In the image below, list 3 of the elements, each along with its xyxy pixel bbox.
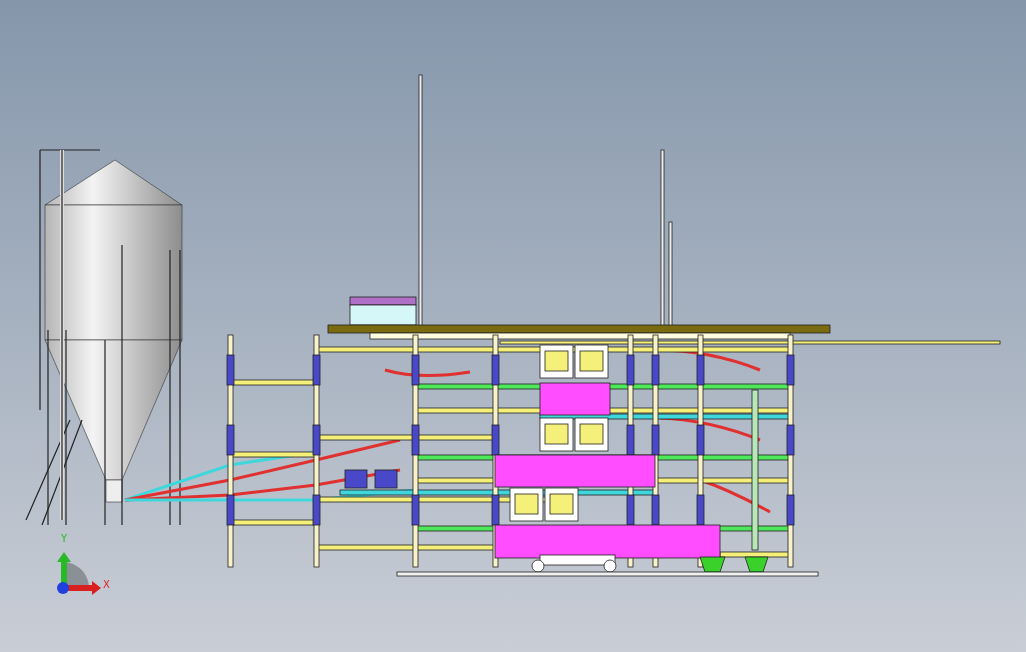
- axis-label: Y: [61, 533, 68, 544]
- axis-label: X: [103, 579, 110, 590]
- axis-triad-icon: [57, 552, 101, 595]
